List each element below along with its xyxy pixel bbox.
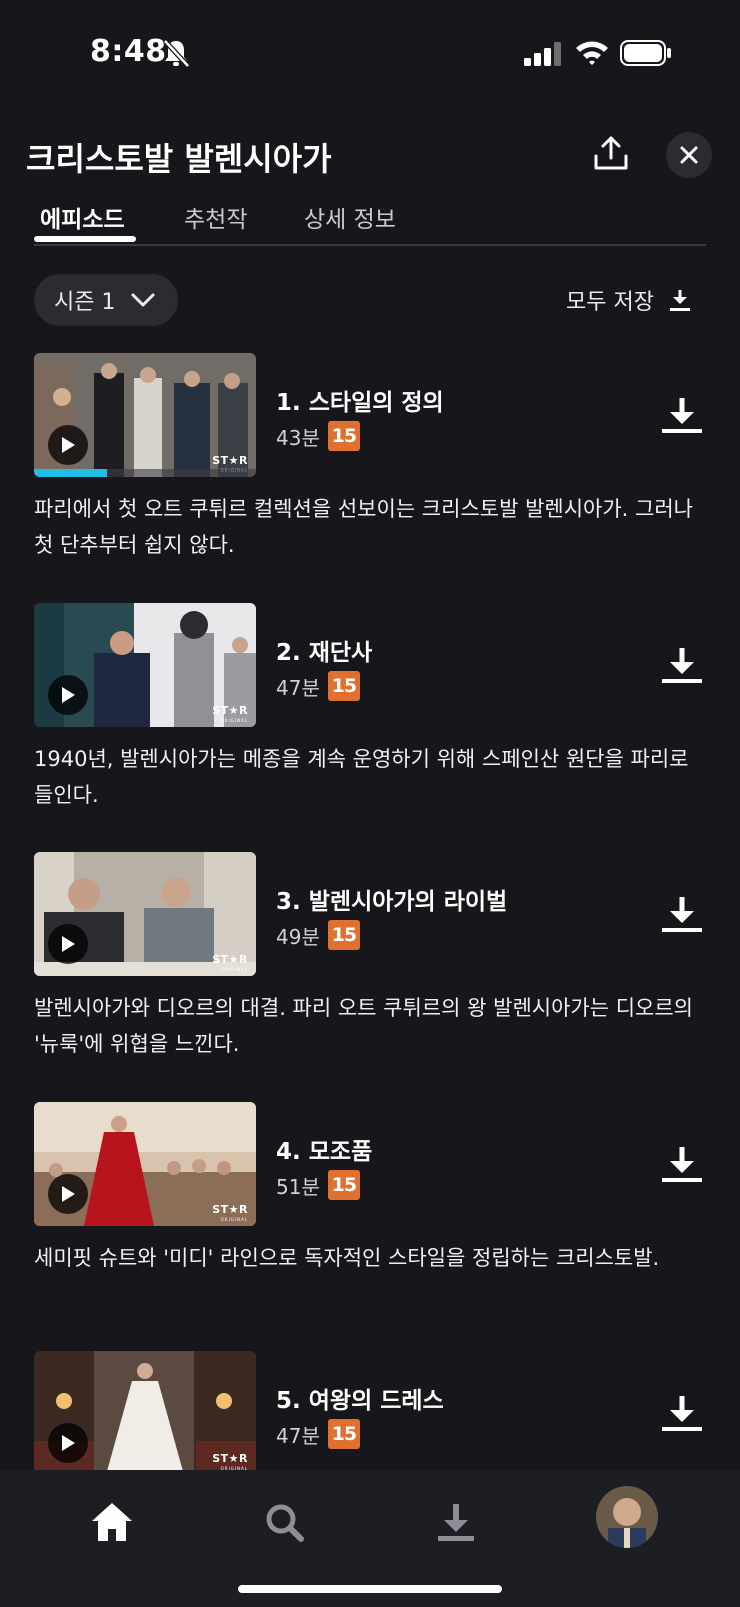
watch-progress-fill — [34, 469, 108, 477]
download-icon — [662, 1396, 702, 1431]
star-original-logo: ST★R — [212, 953, 248, 966]
home-indicator — [238, 1585, 502, 1593]
episode-title: 5. 여왕의 드레스 — [276, 1388, 444, 1414]
episode-meta: 47분 15 — [276, 1419, 360, 1449]
cellular-signal-icon — [524, 42, 561, 66]
star-original-logo: ST★R — [212, 454, 248, 467]
nav-downloads[interactable] — [426, 1492, 486, 1552]
episode-thumbnail[interactable]: ST★R ORIGINAL — [34, 1351, 256, 1475]
episode-duration: 47분 — [276, 1423, 320, 1448]
profile-avatar[interactable] — [596, 1486, 658, 1548]
episode-duration: 49분 — [276, 924, 320, 949]
tab-bar: 에피소드 추천작 상세 정보 — [34, 196, 706, 246]
share-button[interactable] — [588, 130, 634, 176]
download-icon — [669, 290, 690, 311]
play-button[interactable] — [48, 675, 88, 715]
status-time: 8:48 — [90, 34, 167, 69]
episode-title: 1. 스타일의 정의 — [276, 390, 444, 416]
download-icon — [662, 897, 702, 932]
episode-description: 1940년, 발렌시아가는 메종을 계속 운영하기 위해 스페인산 원단을 파리… — [34, 747, 689, 807]
play-icon — [62, 687, 75, 703]
download-icon — [662, 398, 702, 433]
play-button[interactable] — [48, 924, 88, 964]
star-original-logo: ST★R — [212, 704, 248, 717]
play-icon — [62, 437, 75, 453]
age-rating-badge: 15 — [327, 671, 360, 701]
episode-description: 파리에서 첫 오트 쿠튀르 컬렉션을 선보이는 크리스토발 발렌시아가. 그러나… — [34, 497, 693, 557]
play-icon — [62, 936, 75, 952]
episode-thumbnail[interactable]: ST★R ORIGINAL — [34, 603, 256, 727]
episode-title: 4. 모조품 — [276, 1139, 373, 1165]
close-icon — [680, 146, 698, 164]
episode-description: 발렌시아가와 디오르의 대결. 파리 오트 쿠튀르의 왕 발렌시아가는 디오르의… — [34, 996, 693, 1056]
tab-recommended[interactable]: 추천작 — [184, 200, 247, 234]
download-all-label: 모두 저장 — [566, 290, 654, 315]
close-button[interactable] — [666, 132, 712, 178]
episode-download-button[interactable] — [660, 645, 704, 685]
downloads-icon — [438, 1504, 474, 1541]
episode-thumbnail[interactable]: ST★R ORIGINAL — [34, 353, 256, 477]
play-icon — [62, 1186, 75, 1202]
episode-item[interactable]: ST★R ORIGINAL 1. 스타일의 정의 43분 15 파리에서 첫 오… — [34, 353, 706, 573]
episode-meta: 47분 15 — [276, 671, 360, 701]
wifi-icon — [576, 41, 608, 65]
episode-title: 3. 발렌시아가의 라이벌 — [276, 889, 508, 915]
episode-download-button[interactable] — [660, 894, 704, 934]
watch-progress-bar — [34, 469, 256, 477]
play-button[interactable] — [48, 1174, 88, 1214]
episode-download-button[interactable] — [660, 1144, 704, 1184]
age-rating-badge: 15 — [327, 1170, 360, 1200]
episode-thumbnail[interactable]: ST★R ORIGINAL — [34, 1102, 256, 1226]
search-icon — [266, 1504, 304, 1542]
episode-duration: 51분 — [276, 1174, 320, 1199]
episode-duration: 47분 — [276, 675, 320, 700]
download-icon — [662, 648, 702, 683]
tab-episodes[interactable]: 에피소드 — [40, 200, 125, 234]
episode-meta: 49분 15 — [276, 920, 360, 950]
play-button[interactable] — [48, 425, 88, 465]
age-rating-badge: 15 — [327, 1419, 360, 1449]
episode-download-button[interactable] — [660, 395, 704, 435]
star-original-sublabel: ORIGINAL — [220, 718, 248, 723]
status-bar: 8:48 — [0, 0, 740, 110]
battery-icon — [620, 40, 671, 66]
episode-item[interactable]: ST★R ORIGINAL 3. 발렌시아가의 라이벌 49분 15 발렌시아가… — [34, 852, 706, 1072]
share-icon — [594, 136, 628, 170]
episode-item[interactable]: ST★R ORIGINAL 4. 모조품 51분 15 세미핏 슈트와 '미디'… — [34, 1102, 706, 1322]
home-icon — [92, 1503, 132, 1541]
download-all-button[interactable]: 모두 저장 — [566, 284, 692, 316]
episode-description: 세미핏 슈트와 '미디' 라인으로 독자적인 스타일을 정립하는 크리스토발. — [34, 1246, 660, 1270]
page-title: 크리스토발 발렌시아가 — [26, 140, 332, 178]
tab-details[interactable]: 상세 정보 — [304, 200, 396, 234]
bottom-navigation — [0, 1470, 740, 1607]
star-original-sublabel: ORIGINAL — [220, 1217, 248, 1222]
episode-thumbnail[interactable]: ST★R ORIGINAL — [34, 852, 256, 976]
star-original-logo: ST★R — [212, 1203, 248, 1216]
chevron-down-icon — [131, 293, 155, 307]
season-label: 시즌 1 — [54, 290, 116, 315]
play-icon — [62, 1435, 75, 1451]
episode-meta: 43분 15 — [276, 421, 360, 451]
age-rating-badge: 15 — [327, 421, 360, 451]
season-dropdown[interactable]: 시즌 1 — [34, 274, 178, 326]
active-tab-indicator — [34, 236, 136, 242]
nav-search[interactable] — [254, 1492, 314, 1552]
episode-download-button[interactable] — [660, 1393, 704, 1433]
episode-item[interactable]: ST★R ORIGINAL 2. 재단사 47분 15 1940년, 발렌시아가… — [34, 603, 706, 823]
bell-muted-icon — [163, 39, 190, 68]
profile-avatar-image — [596, 1486, 658, 1548]
nav-home[interactable] — [82, 1492, 142, 1552]
star-original-sublabel: ORIGINAL — [220, 967, 248, 972]
play-button[interactable] — [48, 1423, 88, 1463]
star-original-logo: ST★R — [212, 1452, 248, 1465]
age-rating-badge: 15 — [327, 920, 360, 950]
episode-duration: 43분 — [276, 425, 320, 450]
episode-meta: 51분 15 — [276, 1170, 360, 1200]
episode-title: 2. 재단사 — [276, 640, 373, 666]
download-icon — [662, 1147, 702, 1182]
